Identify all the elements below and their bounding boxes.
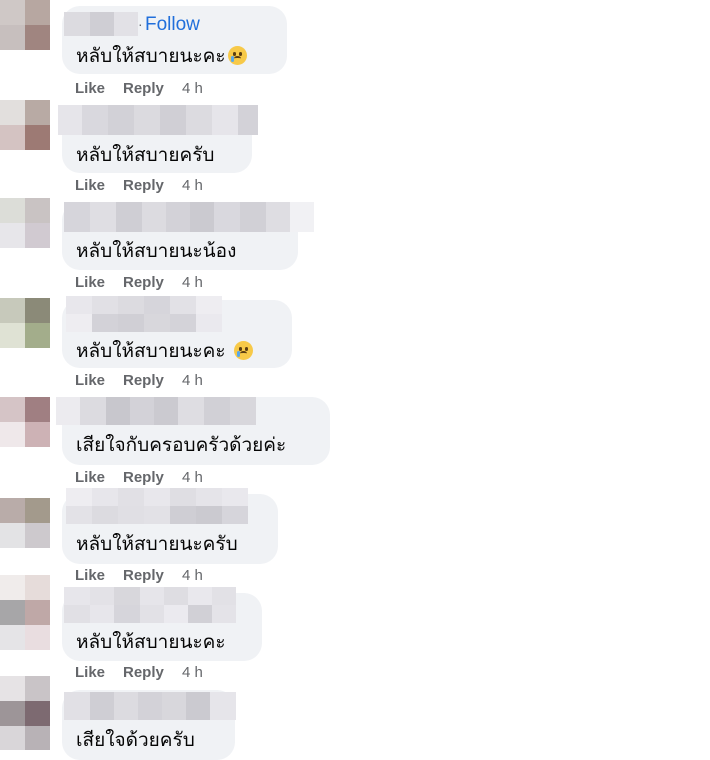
author-name-blurred[interactable] bbox=[64, 587, 236, 623]
avatar[interactable] bbox=[0, 575, 50, 625]
timestamp[interactable]: 4 h bbox=[182, 177, 203, 194]
author-name-blurred[interactable] bbox=[66, 488, 256, 524]
comment-bubble: หลับให้สบายนะครับ bbox=[62, 488, 278, 564]
comment-actions: Like Reply 4 h bbox=[75, 177, 203, 194]
comment-bubble: หลับให้สบายนะคะ bbox=[62, 587, 262, 661]
author-name-blurred[interactable] bbox=[64, 202, 314, 232]
reply-button[interactable]: Reply bbox=[123, 372, 182, 389]
avatar[interactable] bbox=[0, 298, 50, 348]
comment-text: เสียใจด้วยครับ bbox=[76, 729, 195, 751]
timestamp[interactable]: 4 h bbox=[182, 469, 203, 486]
like-button[interactable]: Like bbox=[75, 469, 123, 486]
comment-actions: Like Reply 4 h bbox=[75, 567, 203, 584]
comment-text: หลับให้สบายนะน้อง bbox=[76, 240, 237, 262]
like-button[interactable]: Like bbox=[75, 80, 123, 97]
comment-actions: Like Reply 4 h bbox=[75, 469, 203, 486]
author-name-blurred[interactable] bbox=[66, 296, 222, 332]
comment-actions: Like Reply 4 h bbox=[75, 80, 203, 97]
like-button[interactable]: Like bbox=[75, 567, 123, 584]
timestamp[interactable]: 4 h bbox=[182, 80, 203, 97]
comment-bubble: · Follow หลับให้สบายนะคะ bbox=[62, 6, 287, 74]
avatar[interactable] bbox=[0, 397, 50, 447]
comment-text: หลับให้สบายครับ bbox=[76, 144, 215, 166]
follow-separator: · bbox=[138, 16, 143, 32]
comment-bubble: หลับให้สบายครับ bbox=[58, 105, 258, 173]
reply-button[interactable]: Reply bbox=[123, 469, 182, 486]
timestamp[interactable]: 4 h bbox=[182, 372, 203, 389]
timestamp[interactable]: 4 h bbox=[182, 664, 203, 681]
comment-actions: Like Reply 4 h bbox=[75, 274, 203, 291]
comment-text: หลับให้สบายนะคะ bbox=[76, 631, 226, 653]
comment-text: หลับให้สบายนะคะ bbox=[76, 336, 253, 366]
avatar[interactable] bbox=[0, 0, 50, 50]
reply-button[interactable]: Reply bbox=[123, 177, 182, 194]
avatar[interactable] bbox=[0, 198, 50, 248]
comment-actions: Like Reply 4 h bbox=[75, 372, 203, 389]
comment-text: หลับให้สบายนะคะ bbox=[76, 41, 247, 71]
like-button[interactable]: Like bbox=[75, 664, 123, 681]
avatar[interactable] bbox=[0, 498, 50, 548]
comment-bubble: เสียใจกับครอบครัวด้วยค่ะ bbox=[56, 397, 330, 465]
comment-text: เสียใจกับครอบครัวด้วยค่ะ bbox=[76, 434, 287, 456]
comment-text: หลับให้สบายนะครับ bbox=[76, 533, 238, 555]
author-name-blurred[interactable] bbox=[64, 692, 236, 720]
comment-bubble: หลับให้สบายนะคะ bbox=[62, 296, 292, 368]
author-name-blurred[interactable] bbox=[56, 397, 256, 425]
reply-button[interactable]: Reply bbox=[123, 567, 182, 584]
like-button[interactable]: Like bbox=[75, 177, 123, 194]
reply-button[interactable]: Reply bbox=[123, 274, 182, 291]
timestamp[interactable]: 4 h bbox=[182, 274, 203, 291]
avatar[interactable] bbox=[0, 100, 50, 150]
like-button[interactable]: Like bbox=[75, 274, 123, 291]
author-name-blurred[interactable] bbox=[58, 105, 258, 135]
comment-bubble: หลับให้สบายนะน้อง bbox=[62, 202, 314, 270]
comment-actions: Like Reply 4 h bbox=[75, 664, 203, 681]
avatar-lower[interactable] bbox=[0, 625, 50, 650]
reply-button[interactable]: Reply bbox=[123, 80, 182, 97]
crying-face-emoji bbox=[233, 341, 253, 360]
follow-link[interactable]: Follow bbox=[145, 14, 200, 36]
like-button[interactable]: Like bbox=[75, 372, 123, 389]
crying-face-emoji bbox=[227, 46, 247, 65]
reply-button[interactable]: Reply bbox=[123, 664, 182, 681]
avatar[interactable] bbox=[0, 676, 50, 726]
avatar-lower[interactable] bbox=[0, 726, 50, 750]
timestamp[interactable]: 4 h bbox=[182, 567, 203, 584]
author-name-blurred[interactable] bbox=[64, 12, 138, 36]
